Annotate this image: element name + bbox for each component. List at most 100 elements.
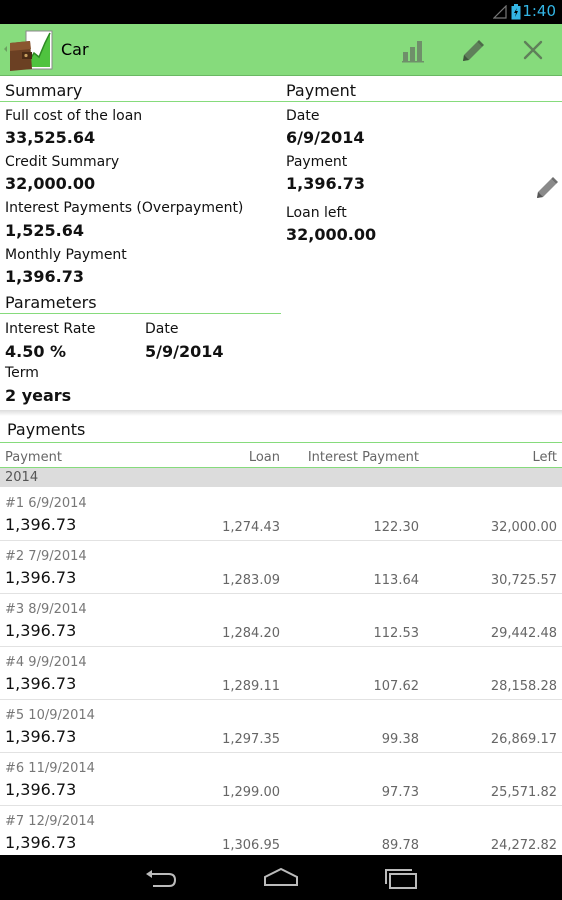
screen-title: Car bbox=[61, 40, 89, 59]
payment-row-loan: 1,299.00 bbox=[222, 785, 280, 800]
payment-row-loan: 1,274.43 bbox=[222, 520, 280, 535]
payment-row[interactable]: #6 11/9/2014 1,396.73 1,299.00 97.73 25,… bbox=[0, 753, 562, 806]
payment-row-loan: 1,289.11 bbox=[222, 679, 280, 694]
edit-loan-button[interactable] bbox=[459, 36, 487, 64]
payment-row-left: 25,571.82 bbox=[490, 785, 557, 800]
back-button[interactable] bbox=[141, 865, 181, 891]
payment-row[interactable]: #1 6/9/2014 1,396.73 1,274.43 122.30 32,… bbox=[0, 488, 562, 541]
close-icon bbox=[523, 40, 543, 60]
monthly-payment-label: Monthly Payment bbox=[5, 247, 127, 263]
start-date-value: 5/9/2014 bbox=[145, 342, 224, 361]
status-bar: 1:40 bbox=[0, 0, 562, 24]
action-bar: Car bbox=[0, 24, 562, 76]
payment-row[interactable]: #4 9/9/2014 1,396.73 1,289.11 107.62 28,… bbox=[0, 647, 562, 700]
column-header-payment: Payment bbox=[5, 450, 62, 465]
start-date-label: Date bbox=[145, 321, 179, 337]
payment-row-left: 30,725.57 bbox=[490, 573, 557, 588]
parameters-heading: Parameters bbox=[5, 293, 97, 312]
payment-row-left: 26,869.17 bbox=[490, 732, 557, 747]
app-home-button[interactable] bbox=[2, 25, 54, 73]
chart-icon bbox=[402, 41, 424, 63]
payment-divider bbox=[281, 101, 562, 102]
wallet-chart-icon bbox=[4, 30, 53, 71]
summary-divider bbox=[0, 101, 281, 102]
column-header-left: Left bbox=[532, 450, 557, 465]
credit-summary-value: 32,000.00 bbox=[5, 174, 96, 193]
payment-row[interactable]: #2 7/9/2014 1,396.73 1,283.09 113.64 30,… bbox=[0, 541, 562, 594]
pencil-icon bbox=[537, 177, 558, 198]
interest-rate-value: 4.50 % bbox=[5, 342, 67, 361]
payment-row-amount: 1,396.73 bbox=[5, 621, 77, 640]
payment-row-amount: 1,396.73 bbox=[5, 727, 77, 746]
payment-row-interest: 113.64 bbox=[373, 573, 420, 588]
payment-row-amount: 1,396.73 bbox=[5, 674, 77, 693]
payment-row-interest: 89.78 bbox=[381, 838, 419, 853]
pencil-icon bbox=[463, 40, 484, 61]
payment-amount-value: 1,396.73 bbox=[286, 174, 365, 193]
year-group-header: 2014 bbox=[0, 468, 562, 487]
payment-row-label: #1 6/9/2014 bbox=[5, 496, 87, 511]
column-header-loan: Loan bbox=[248, 450, 280, 465]
edit-payment-button[interactable] bbox=[533, 173, 561, 201]
loan-left-label: Loan left bbox=[286, 205, 347, 221]
payment-row-left: 24,272.82 bbox=[490, 838, 557, 853]
payment-row-loan: 1,283.09 bbox=[222, 573, 280, 588]
recent-apps-icon bbox=[385, 869, 417, 889]
credit-summary-label: Credit Summary bbox=[5, 154, 120, 170]
payment-row[interactable]: #3 8/9/2014 1,396.73 1,284.20 112.53 29,… bbox=[0, 594, 562, 647]
payment-date-label: Date bbox=[286, 108, 320, 124]
payment-row-label: #7 12/9/2014 bbox=[5, 814, 95, 829]
panel-divider bbox=[0, 410, 562, 416]
payment-date-value: 6/9/2014 bbox=[286, 128, 365, 147]
payment-row-interest: 99.38 bbox=[381, 732, 419, 747]
back-icon bbox=[146, 870, 177, 887]
term-value: 2 years bbox=[5, 386, 72, 405]
payment-row-left: 32,000.00 bbox=[490, 520, 557, 535]
payment-row-label: #4 9/9/2014 bbox=[5, 655, 87, 670]
payment-row-label: #2 7/9/2014 bbox=[5, 549, 87, 564]
signal-icon bbox=[493, 5, 507, 19]
payment-row-label: #5 10/9/2014 bbox=[5, 708, 95, 723]
home-button[interactable] bbox=[261, 865, 301, 891]
monthly-payment-value: 1,396.73 bbox=[5, 267, 84, 286]
home-icon bbox=[264, 867, 298, 886]
term-label: Term bbox=[5, 365, 39, 381]
full-cost-value: 33,525.64 bbox=[5, 128, 96, 147]
payment-row-interest: 107.62 bbox=[373, 679, 420, 694]
column-header-interest: Interest Payment bbox=[307, 450, 419, 465]
recent-apps-button[interactable] bbox=[381, 865, 421, 891]
close-button[interactable] bbox=[519, 36, 547, 64]
payment-row-interest: 112.53 bbox=[373, 626, 420, 641]
interest-payments-label: Interest Payments (Overpayment) bbox=[5, 200, 244, 216]
year-label: 2014 bbox=[5, 470, 39, 485]
battery-icon bbox=[511, 4, 521, 20]
statistics-button[interactable] bbox=[400, 36, 428, 64]
loan-left-value: 32,000.00 bbox=[286, 225, 377, 244]
parameters-divider bbox=[0, 313, 281, 314]
summary-heading: Summary bbox=[5, 81, 83, 100]
payment-row-interest: 97.73 bbox=[381, 785, 419, 800]
payments-heading: Payments bbox=[7, 420, 86, 439]
payment-row-left: 29,442.48 bbox=[490, 626, 557, 641]
interest-payments-value: 1,525.64 bbox=[5, 221, 84, 240]
navigation-bar bbox=[0, 855, 562, 900]
payment-row-amount: 1,396.73 bbox=[5, 515, 77, 534]
payment-heading: Payment bbox=[286, 81, 357, 100]
payment-amount-label: Payment bbox=[286, 154, 348, 170]
interest-rate-label: Interest Rate bbox=[5, 321, 96, 337]
full-cost-label: Full cost of the loan bbox=[5, 108, 143, 124]
payment-row-amount: 1,396.73 bbox=[5, 833, 77, 852]
payment-row-label: #3 8/9/2014 bbox=[5, 602, 87, 617]
payment-row-loan: 1,306.95 bbox=[222, 838, 280, 853]
payment-row-loan: 1,284.20 bbox=[222, 626, 280, 641]
payment-row-amount: 1,396.73 bbox=[5, 780, 77, 799]
payment-row-left: 28,158.28 bbox=[490, 679, 557, 694]
payments-divider bbox=[0, 442, 562, 443]
payment-row-label: #6 11/9/2014 bbox=[5, 761, 95, 776]
clock: 1:40 bbox=[522, 2, 556, 20]
payment-row-interest: 122.30 bbox=[373, 520, 420, 535]
payment-row-loan: 1,297.35 bbox=[222, 732, 280, 747]
payment-row-amount: 1,396.73 bbox=[5, 568, 77, 587]
payment-row[interactable]: #7 12/9/2014 1,396.73 1,306.95 89.78 24,… bbox=[0, 806, 562, 859]
payment-row[interactable]: #5 10/9/2014 1,396.73 1,297.35 99.38 26,… bbox=[0, 700, 562, 753]
